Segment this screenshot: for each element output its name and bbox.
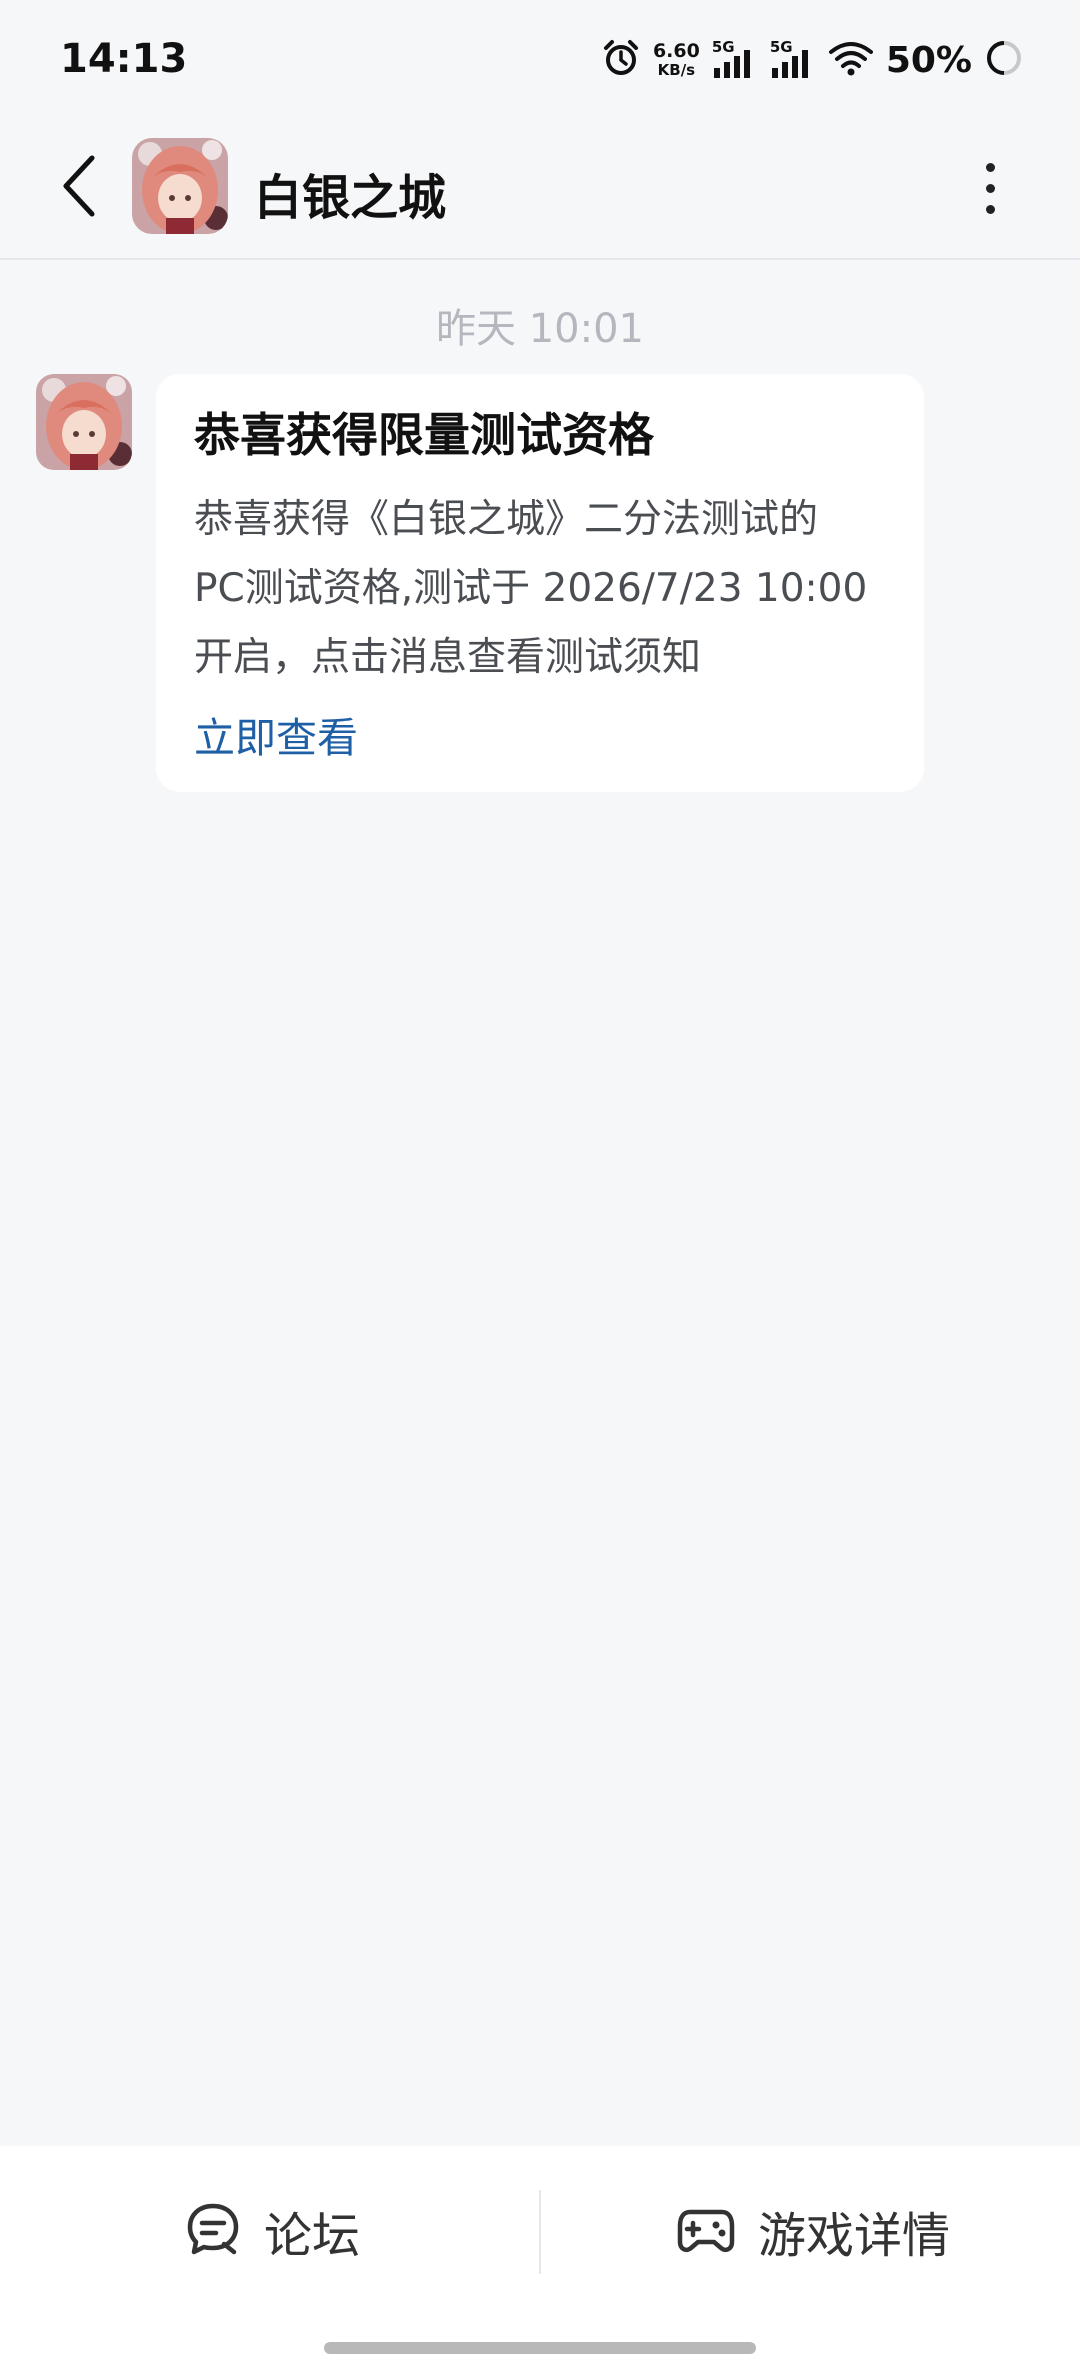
more-vertical-icon bbox=[985, 162, 995, 172]
status-time: 14:13 bbox=[60, 36, 188, 82]
gamepad-icon bbox=[676, 2200, 736, 2262]
message-timestamp: 昨天 10:01 bbox=[436, 306, 644, 352]
game-avatar[interactable] bbox=[132, 138, 228, 234]
status-icons: 6.60 KB/s 5G 5G 50% bbox=[601, 34, 1024, 86]
net-speed-value: 6.60 bbox=[652, 40, 700, 62]
more-options-button[interactable] bbox=[940, 148, 1040, 228]
net-speed-indicator: 6.60 KB/s bbox=[653, 42, 700, 78]
cellular-signal-icon: 5G bbox=[712, 38, 758, 80]
cellular-signal-2-icon: 5G bbox=[770, 38, 816, 80]
page-title: 白银之城 bbox=[254, 170, 447, 226]
chat-header: 白银之城 bbox=[0, 120, 1080, 260]
status-bar: 14:13 6.60 KB/s 5G 5G 50% bbox=[0, 0, 1080, 120]
battery-ring-icon bbox=[984, 38, 1024, 82]
net-speed-unit: KB/s bbox=[657, 61, 696, 79]
back-button[interactable] bbox=[40, 148, 120, 228]
forum-button[interactable]: 论坛 bbox=[184, 2186, 360, 2276]
message-title: 恭喜获得限量测试资格 bbox=[194, 408, 654, 462]
message-body-line: 恭喜获得《白银之城》二分法测试的 bbox=[194, 497, 819, 543]
more-dot bbox=[985, 183, 995, 193]
sender-avatar[interactable] bbox=[36, 374, 132, 470]
battery-percentage: 50% bbox=[885, 39, 972, 81]
home-indicator[interactable] bbox=[324, 2342, 756, 2354]
more-dot bbox=[985, 204, 995, 214]
forum-chat-icon bbox=[184, 2200, 242, 2262]
wifi-icon bbox=[828, 38, 874, 82]
bottom-divider bbox=[539, 2190, 541, 2274]
message-body: 恭喜获得《白银之城》二分法测试的 PC测试资格,测试于 2026/7/23 10… bbox=[194, 485, 888, 692]
game-details-label: 游戏详情 bbox=[758, 2208, 951, 2264]
game-details-button[interactable]: 游戏详情 bbox=[676, 2186, 950, 2276]
chevron-left-icon bbox=[58, 154, 102, 222]
alarm-icon bbox=[601, 38, 641, 82]
message-body-line: 开启，点击消息查看测试须知 bbox=[194, 635, 702, 681]
forum-label: 论坛 bbox=[264, 2208, 361, 2264]
view-now-link[interactable]: 立即查看 bbox=[194, 704, 358, 764]
message-body-line: PC测试资格,测试于 2026/7/23 10:00 bbox=[194, 566, 868, 612]
message-card[interactable]: 恭喜获得限量测试资格 恭喜获得《白银之城》二分法测试的 PC测试资格,测试于 2… bbox=[156, 374, 924, 792]
